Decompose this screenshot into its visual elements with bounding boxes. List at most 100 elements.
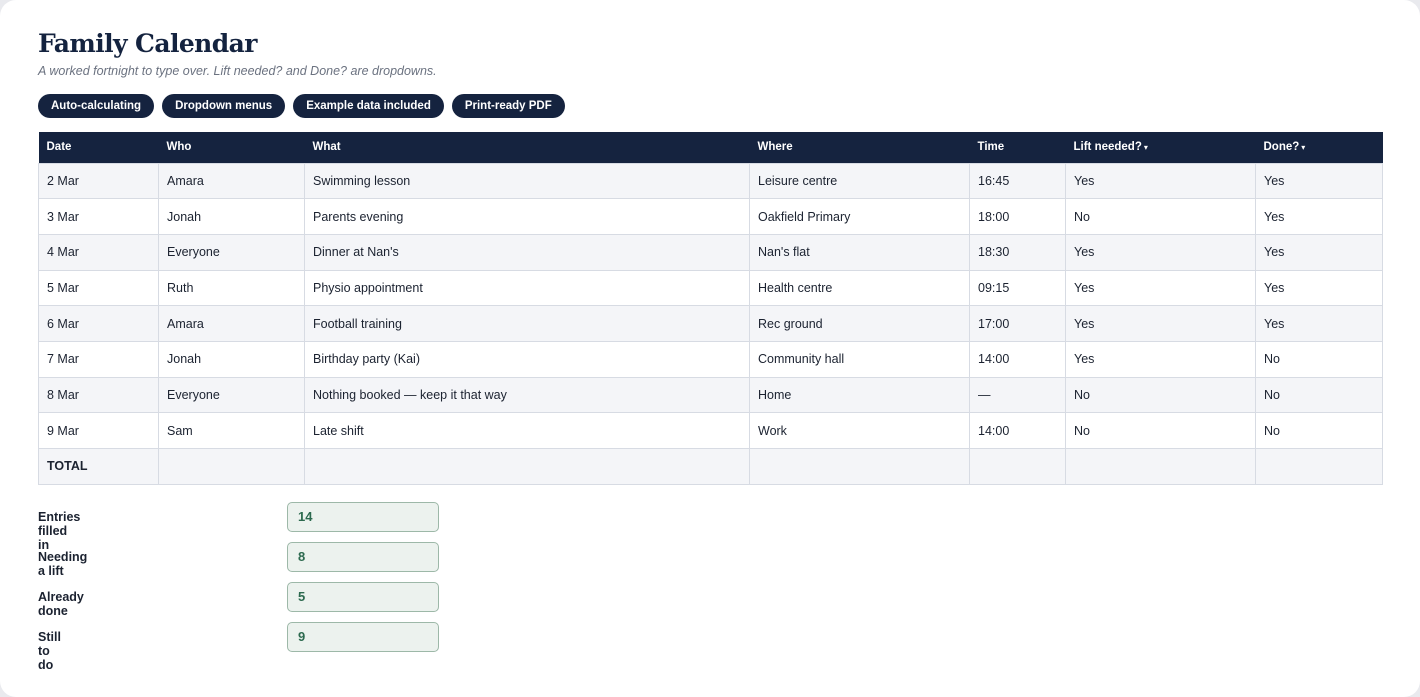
cell-what[interactable]: Late shift bbox=[304, 412, 750, 449]
cell-who[interactable]: Jonah bbox=[158, 340, 305, 378]
column-header-what: What bbox=[304, 132, 750, 163]
cell-time[interactable]: 16:45 bbox=[969, 162, 1066, 200]
column-header-date: Date bbox=[38, 132, 159, 163]
table-row: 3 Mar Jonah Parents evening Oakfield Primar… bbox=[38, 198, 1383, 235]
badge-dropdown-menus[interactable]: Dropdown menus bbox=[162, 94, 286, 118]
cell-done[interactable]: No bbox=[1255, 376, 1383, 414]
cell-where[interactable]: Nan's flat bbox=[749, 233, 970, 271]
cell-time[interactable]: 09:15 bbox=[969, 269, 1066, 307]
cell-time[interactable]: 14:00 bbox=[969, 340, 1066, 378]
cell-lift-needed[interactable]: Yes bbox=[1065, 305, 1256, 342]
cell-what[interactable]: Physio appointment bbox=[304, 269, 750, 307]
column-header-where: Where bbox=[749, 132, 970, 163]
total-cell-time bbox=[969, 448, 1066, 485]
cell-where[interactable]: Rec ground bbox=[749, 305, 970, 342]
cell-what[interactable]: Parents evening bbox=[304, 198, 750, 235]
cell-what[interactable]: Dinner at Nan's bbox=[304, 233, 750, 271]
feature-badges: Auto-calculating Dropdown menus Example … bbox=[38, 94, 565, 118]
cell-time[interactable]: 17:00 bbox=[969, 305, 1066, 342]
column-header-time: Time bbox=[969, 132, 1066, 163]
badge-auto-calculating[interactable]: Auto-calculating bbox=[38, 94, 155, 118]
cell-date[interactable]: 6 Mar bbox=[38, 305, 159, 342]
cell-who[interactable]: Ruth bbox=[158, 269, 305, 307]
column-header-lift-needed: Lift needed? ▾ bbox=[1065, 132, 1256, 163]
column-header-done-label: Done? bbox=[1263, 141, 1300, 154]
cell-where[interactable]: Work bbox=[749, 412, 970, 449]
cell-who[interactable]: Amara bbox=[158, 305, 305, 342]
cell-lift-needed[interactable]: Yes bbox=[1065, 162, 1256, 200]
total-label: TOTAL bbox=[38, 448, 159, 485]
summary-label: Already done bbox=[38, 590, 84, 618]
table-total-row: TOTAL bbox=[38, 448, 1383, 485]
cell-where[interactable]: Community hall bbox=[749, 340, 970, 378]
summary-label: Needing a lift bbox=[38, 550, 88, 578]
cell-done[interactable]: Yes bbox=[1255, 198, 1383, 235]
cell-what[interactable]: Nothing booked — keep it that way bbox=[304, 376, 750, 414]
table-header-row: Date Who What Where Time Lift needed? ▾ D… bbox=[38, 132, 1383, 163]
cell-time[interactable]: 18:30 bbox=[969, 233, 1066, 271]
summary-value-todo[interactable]: 9 bbox=[287, 622, 439, 652]
cell-where[interactable]: Oakfield Primary bbox=[749, 198, 970, 235]
total-cell-who bbox=[158, 448, 305, 485]
column-header-lift-label: Lift needed? bbox=[1073, 141, 1142, 154]
cell-what[interactable]: Swimming lesson bbox=[304, 162, 750, 200]
cell-date[interactable]: 9 Mar bbox=[38, 412, 159, 449]
cell-lift-needed[interactable]: No bbox=[1065, 412, 1256, 449]
cell-time[interactable]: 14:00 bbox=[969, 412, 1066, 449]
dropdown-caret-icon: ▾ bbox=[1301, 143, 1306, 153]
column-header-who: Who bbox=[158, 132, 305, 163]
cell-who[interactable]: Jonah bbox=[158, 198, 305, 235]
cell-lift-needed[interactable]: Yes bbox=[1065, 340, 1256, 378]
cell-done[interactable]: Yes bbox=[1255, 269, 1383, 307]
cell-lift-needed[interactable]: No bbox=[1065, 198, 1256, 235]
cell-lift-needed[interactable]: No bbox=[1065, 376, 1256, 414]
cell-lift-needed[interactable]: Yes bbox=[1065, 233, 1256, 271]
table-row: 4 Mar Everyone Dinner at Nan's Nan's flat 18… bbox=[38, 233, 1383, 271]
cell-done[interactable]: Yes bbox=[1255, 233, 1383, 271]
summary-label: Still to do bbox=[38, 630, 61, 672]
cell-date[interactable]: 5 Mar bbox=[38, 269, 159, 307]
total-cell-done bbox=[1255, 448, 1383, 485]
table-row: 2 Mar Amara Swimming lesson Leisure centre 1… bbox=[38, 162, 1383, 200]
cell-who[interactable]: Sam bbox=[158, 412, 305, 449]
cell-lift-needed[interactable]: Yes bbox=[1065, 269, 1256, 307]
total-cell-lift-needed bbox=[1065, 448, 1256, 485]
table-row: 7 Mar Jonah Birthday party (Kai) Community … bbox=[38, 340, 1383, 378]
table-row: 8 Mar Everyone Nothing booked — keep it th… bbox=[38, 376, 1383, 414]
summary-label: Entries filled in bbox=[38, 510, 81, 552]
summary-value-done[interactable]: 5 bbox=[287, 582, 439, 612]
cell-date[interactable]: 4 Mar bbox=[38, 233, 159, 271]
summary-value-entries[interactable]: 14 bbox=[287, 502, 439, 532]
cell-time[interactable]: — bbox=[969, 376, 1066, 414]
table-row: 6 Mar Amara Football training Rec ground 17:… bbox=[38, 305, 1383, 342]
dropdown-caret-icon: ▾ bbox=[1143, 143, 1148, 153]
cell-date[interactable]: 8 Mar bbox=[38, 376, 159, 414]
cell-where[interactable]: Home bbox=[749, 376, 970, 414]
cell-what[interactable]: Football training bbox=[304, 305, 750, 342]
summary-value-lift[interactable]: 8 bbox=[287, 542, 439, 572]
table-row: 9 Mar Sam Late shift Work 14:00 No No bbox=[38, 412, 1383, 449]
cell-where[interactable]: Leisure centre bbox=[749, 162, 970, 200]
cell-done[interactable]: Yes bbox=[1255, 305, 1383, 342]
badge-print-ready-pdf[interactable]: Print-ready PDF bbox=[451, 94, 565, 118]
cell-who[interactable]: Amara bbox=[158, 162, 305, 200]
cell-done[interactable]: No bbox=[1255, 412, 1383, 449]
cell-date[interactable]: 2 Mar bbox=[38, 162, 159, 200]
table-row: 5 Mar Ruth Physio appointment Health centre… bbox=[38, 269, 1383, 307]
cell-time[interactable]: 18:00 bbox=[969, 198, 1066, 235]
calendar-table: Date Who What Where Time Lift needed? ▾ D… bbox=[38, 132, 1383, 485]
cell-done[interactable]: Yes bbox=[1255, 162, 1383, 200]
cell-what[interactable]: Birthday party (Kai) bbox=[304, 340, 750, 378]
cell-date[interactable]: 7 Mar bbox=[38, 340, 159, 378]
page-title: Family Calendar bbox=[38, 29, 257, 58]
page-subtitle: A worked fortnight to type over. Lift ne… bbox=[38, 64, 437, 78]
badge-example-data[interactable]: Example data included bbox=[293, 94, 444, 118]
cell-who[interactable]: Everyone bbox=[158, 233, 305, 271]
cell-where[interactable]: Health centre bbox=[749, 269, 970, 307]
total-cell-where bbox=[749, 448, 970, 485]
cell-date[interactable]: 3 Mar bbox=[38, 198, 159, 235]
cell-who[interactable]: Everyone bbox=[158, 376, 305, 414]
cell-done[interactable]: No bbox=[1255, 340, 1383, 378]
total-cell-what bbox=[304, 448, 750, 485]
calendar-card: Family Calendar A worked fortnight to ty… bbox=[0, 0, 1420, 697]
